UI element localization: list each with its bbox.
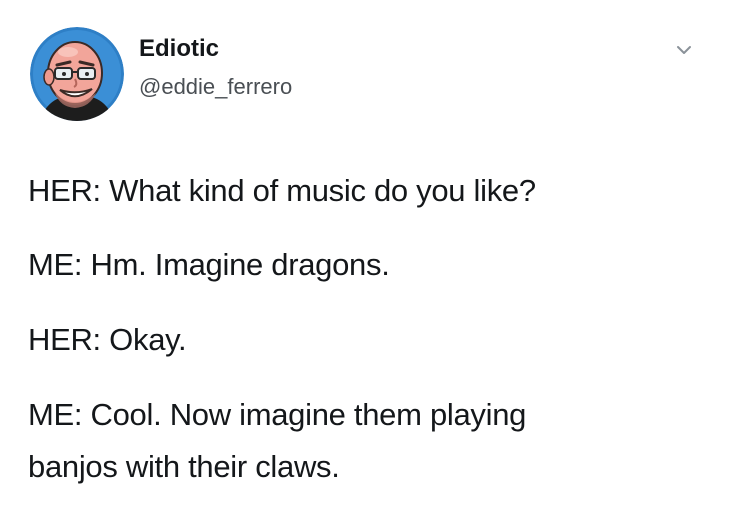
- author-handle[interactable]: @eddie_ferrero: [139, 73, 292, 101]
- author-display-name[interactable]: Ediotic: [139, 34, 219, 64]
- tweet-card: Ediotic @eddie_ferrero HER: What kind of…: [0, 0, 730, 531]
- tweet-text-line: banjos with their claws.: [28, 449, 340, 484]
- tweet-text-line: HER: Okay.: [28, 322, 187, 357]
- author-avatar[interactable]: [30, 27, 124, 121]
- tweet-text-line: ME: Cool. Now imagine them playing: [28, 397, 527, 432]
- chevron-down-icon[interactable]: [672, 40, 696, 60]
- avatar-illustration: [30, 27, 124, 121]
- tweet-text-line: ME: Hm. Imagine dragons.: [28, 247, 390, 282]
- tweet-text-line: HER: What kind of music do you like?: [28, 173, 536, 208]
